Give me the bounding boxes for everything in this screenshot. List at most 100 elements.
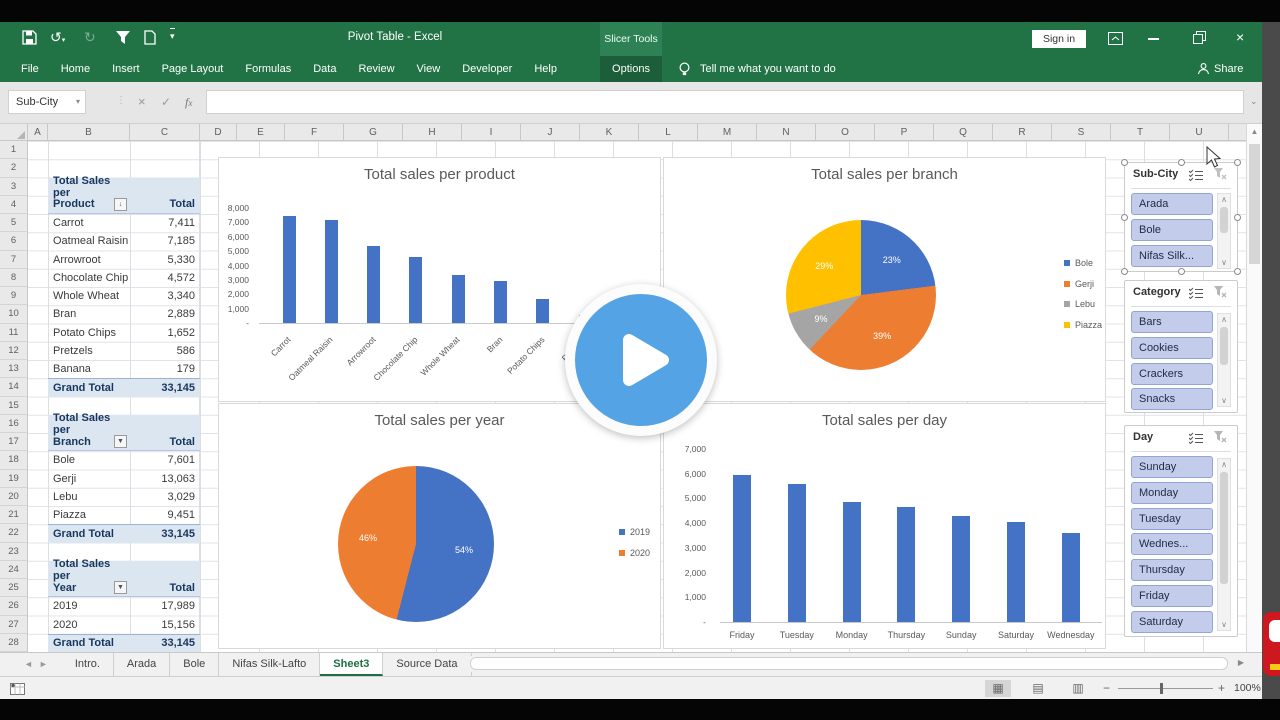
column-header[interactable]: P bbox=[875, 124, 934, 141]
pivot-data-row[interactable]: 2020 15,156 bbox=[48, 616, 200, 634]
pivot-data-row[interactable]: Bran 2,889 bbox=[48, 305, 200, 323]
column-header[interactable]: O bbox=[816, 124, 875, 141]
slicer-item-saturday[interactable]: Saturday bbox=[1131, 610, 1213, 633]
row-header[interactable]: 28 bbox=[0, 634, 27, 652]
scroll-right-icon[interactable]: ▶ bbox=[1238, 658, 1244, 667]
row-header[interactable]: 25 bbox=[0, 579, 27, 598]
slicer-sub-city[interactable]: Sub-City Arada Bole Nifas Silk... ∧ ∨ bbox=[1121, 159, 1241, 275]
column-header[interactable]: F bbox=[285, 124, 344, 141]
row-header[interactable]: 12 bbox=[0, 342, 27, 360]
slicer-item-bars[interactable]: Bars bbox=[1131, 311, 1213, 333]
tab-insert[interactable]: Insert bbox=[101, 56, 151, 82]
column-header[interactable]: J bbox=[521, 124, 580, 141]
slicer-item-sunday[interactable]: Sunday bbox=[1131, 456, 1213, 478]
row-header[interactable]: 24 bbox=[0, 561, 27, 579]
pivot-data-row[interactable]: 2019 17,989 bbox=[48, 597, 200, 615]
row-header[interactable]: 15 bbox=[0, 397, 27, 415]
row-header[interactable]: 16 bbox=[0, 415, 27, 433]
tab-options[interactable]: Options bbox=[600, 56, 662, 82]
pivot-data-row[interactable]: Gerji 13,063 bbox=[48, 470, 200, 488]
row-header[interactable]: 14 bbox=[0, 378, 27, 397]
row-header[interactable]: 26 bbox=[0, 597, 27, 616]
column-header[interactable]: S bbox=[1052, 124, 1111, 141]
zoom-slider-thumb[interactable] bbox=[1160, 683, 1163, 694]
enter-icon[interactable]: ✓ bbox=[161, 95, 171, 109]
pivot-data-row[interactable]: Carrot 7,411 bbox=[48, 214, 200, 232]
dropdown-icon[interactable]: ▼ bbox=[114, 435, 127, 449]
dropdown-icon[interactable]: ▼ bbox=[114, 581, 127, 595]
tab-page-layout[interactable]: Page Layout bbox=[151, 56, 235, 82]
sort-icon[interactable]: ↓ bbox=[114, 197, 127, 211]
row-header[interactable]: 10 bbox=[0, 305, 27, 324]
column-header[interactable]: A bbox=[28, 124, 48, 141]
sheet-tab-source-data[interactable]: Source Data bbox=[383, 653, 472, 676]
clear-filter-icon[interactable] bbox=[1213, 286, 1227, 304]
column-header[interactable]: H bbox=[403, 124, 462, 141]
scroll-up-icon[interactable]: ∧ bbox=[1218, 315, 1230, 324]
row-header[interactable]: 4 bbox=[0, 196, 27, 214]
scrollbar-thumb[interactable] bbox=[1220, 472, 1228, 584]
selection-handle[interactable] bbox=[1178, 268, 1185, 275]
insert-function-icon[interactable]: fx bbox=[185, 95, 192, 110]
column-header[interactable]: L bbox=[639, 124, 698, 141]
save-icon[interactable] bbox=[22, 30, 37, 50]
slicer-item-snacks[interactable]: Snacks bbox=[1131, 388, 1213, 411]
row-header[interactable]: 5 bbox=[0, 214, 27, 233]
zoom-out-icon[interactable]: − bbox=[1103, 681, 1110, 695]
selection-handle[interactable] bbox=[1234, 159, 1241, 166]
column-header[interactable]: N bbox=[757, 124, 816, 141]
column-header[interactable]: I bbox=[462, 124, 521, 141]
slicer-item-bole[interactable]: Bole bbox=[1131, 218, 1213, 241]
pivot-data-row[interactable]: Potato Chips 1,652 bbox=[48, 324, 200, 342]
column-header[interactable]: T bbox=[1111, 124, 1170, 141]
slicer-item-monday[interactable]: Monday bbox=[1131, 481, 1213, 504]
row-header[interactable]: 18 bbox=[0, 451, 27, 470]
scroll-up-icon[interactable]: ∧ bbox=[1218, 460, 1230, 469]
pivot-data-row[interactable]: Arrowroot 5,330 bbox=[48, 251, 200, 269]
scroll-down-icon[interactable]: ∨ bbox=[1218, 396, 1230, 405]
normal-view-icon[interactable]: ▦ bbox=[985, 680, 1011, 697]
selection-handle[interactable] bbox=[1121, 214, 1128, 221]
zoom-in-icon[interactable]: + bbox=[1218, 681, 1225, 695]
row-header[interactable]: 23 bbox=[0, 543, 27, 561]
tab-home[interactable]: Home bbox=[50, 56, 101, 82]
scroll-up-icon[interactable]: ∧ bbox=[1218, 195, 1230, 204]
selection-handle[interactable] bbox=[1178, 159, 1185, 166]
slicer-item-nifas-silk-[interactable]: Nifas Silk... bbox=[1131, 244, 1213, 267]
formula-input[interactable] bbox=[206, 90, 1244, 114]
selection-handle[interactable] bbox=[1234, 214, 1241, 221]
chart-total-sales-per-branch[interactable]: Total sales per branch 23% 39% 9% 29% Bole Ger… bbox=[663, 157, 1106, 402]
slicer-category[interactable]: Category Bars Cookies Crackers Snacks ∧ ∨ bbox=[1124, 280, 1238, 413]
column-header[interactable]: G bbox=[344, 124, 403, 141]
pivot-data-row[interactable]: Chocolate Chip 4,572 bbox=[48, 269, 200, 287]
row-header[interactable]: 19 bbox=[0, 470, 27, 488]
scroll-up-icon[interactable]: ▲ bbox=[1247, 127, 1262, 136]
tab-help[interactable]: Help bbox=[523, 56, 568, 82]
scrollbar-thumb[interactable] bbox=[1220, 207, 1228, 233]
vertical-scrollbar[interactable]: ▲ bbox=[1246, 124, 1262, 652]
row-header[interactable]: 6 bbox=[0, 232, 27, 251]
sign-in-button[interactable]: Sign in bbox=[1032, 30, 1086, 48]
pivot-table-branch[interactable]: Total Sales per Branch ▼ Total Bole 7,601 Gerj… bbox=[48, 412, 200, 543]
column-header[interactable]: D bbox=[200, 124, 237, 141]
pivot-data-row[interactable]: Banana 179 bbox=[48, 360, 200, 378]
tab-file[interactable]: File bbox=[10, 56, 50, 82]
page-layout-view-icon[interactable]: ▤ bbox=[1025, 680, 1051, 697]
restore-button[interactable] bbox=[1193, 31, 1206, 49]
pivot-data-row[interactable]: Pretzels 586 bbox=[48, 342, 200, 360]
row-header[interactable]: 2 bbox=[0, 159, 27, 178]
pivot-data-row[interactable]: Oatmeal Raisin 7,185 bbox=[48, 232, 200, 250]
close-button[interactable]: × bbox=[1236, 29, 1244, 45]
pivot-table-year[interactable]: Total Sales per Year ▼ Total 2019 17,989 2020 1… bbox=[48, 558, 200, 652]
chart-total-sales-per-day[interactable]: Total sales per day 7,000 6,000 5,000 4,000 3… bbox=[663, 403, 1106, 649]
multi-select-icon[interactable] bbox=[1188, 286, 1203, 304]
tell-me-box[interactable]: Tell me what you want to do bbox=[700, 63, 836, 75]
sheet-tab-arada[interactable]: Arada bbox=[114, 653, 171, 676]
pivot-data-row[interactable]: Bole 7,601 bbox=[48, 451, 200, 469]
clear-filter-icon[interactable] bbox=[1213, 168, 1227, 186]
column-header[interactable]: B bbox=[48, 124, 130, 141]
row-header[interactable]: 3 bbox=[0, 178, 27, 196]
pivot-field-header[interactable]: Product ↓ bbox=[48, 197, 130, 211]
tab-review[interactable]: Review bbox=[347, 56, 405, 82]
zoom-level[interactable]: 100% bbox=[1234, 682, 1261, 694]
